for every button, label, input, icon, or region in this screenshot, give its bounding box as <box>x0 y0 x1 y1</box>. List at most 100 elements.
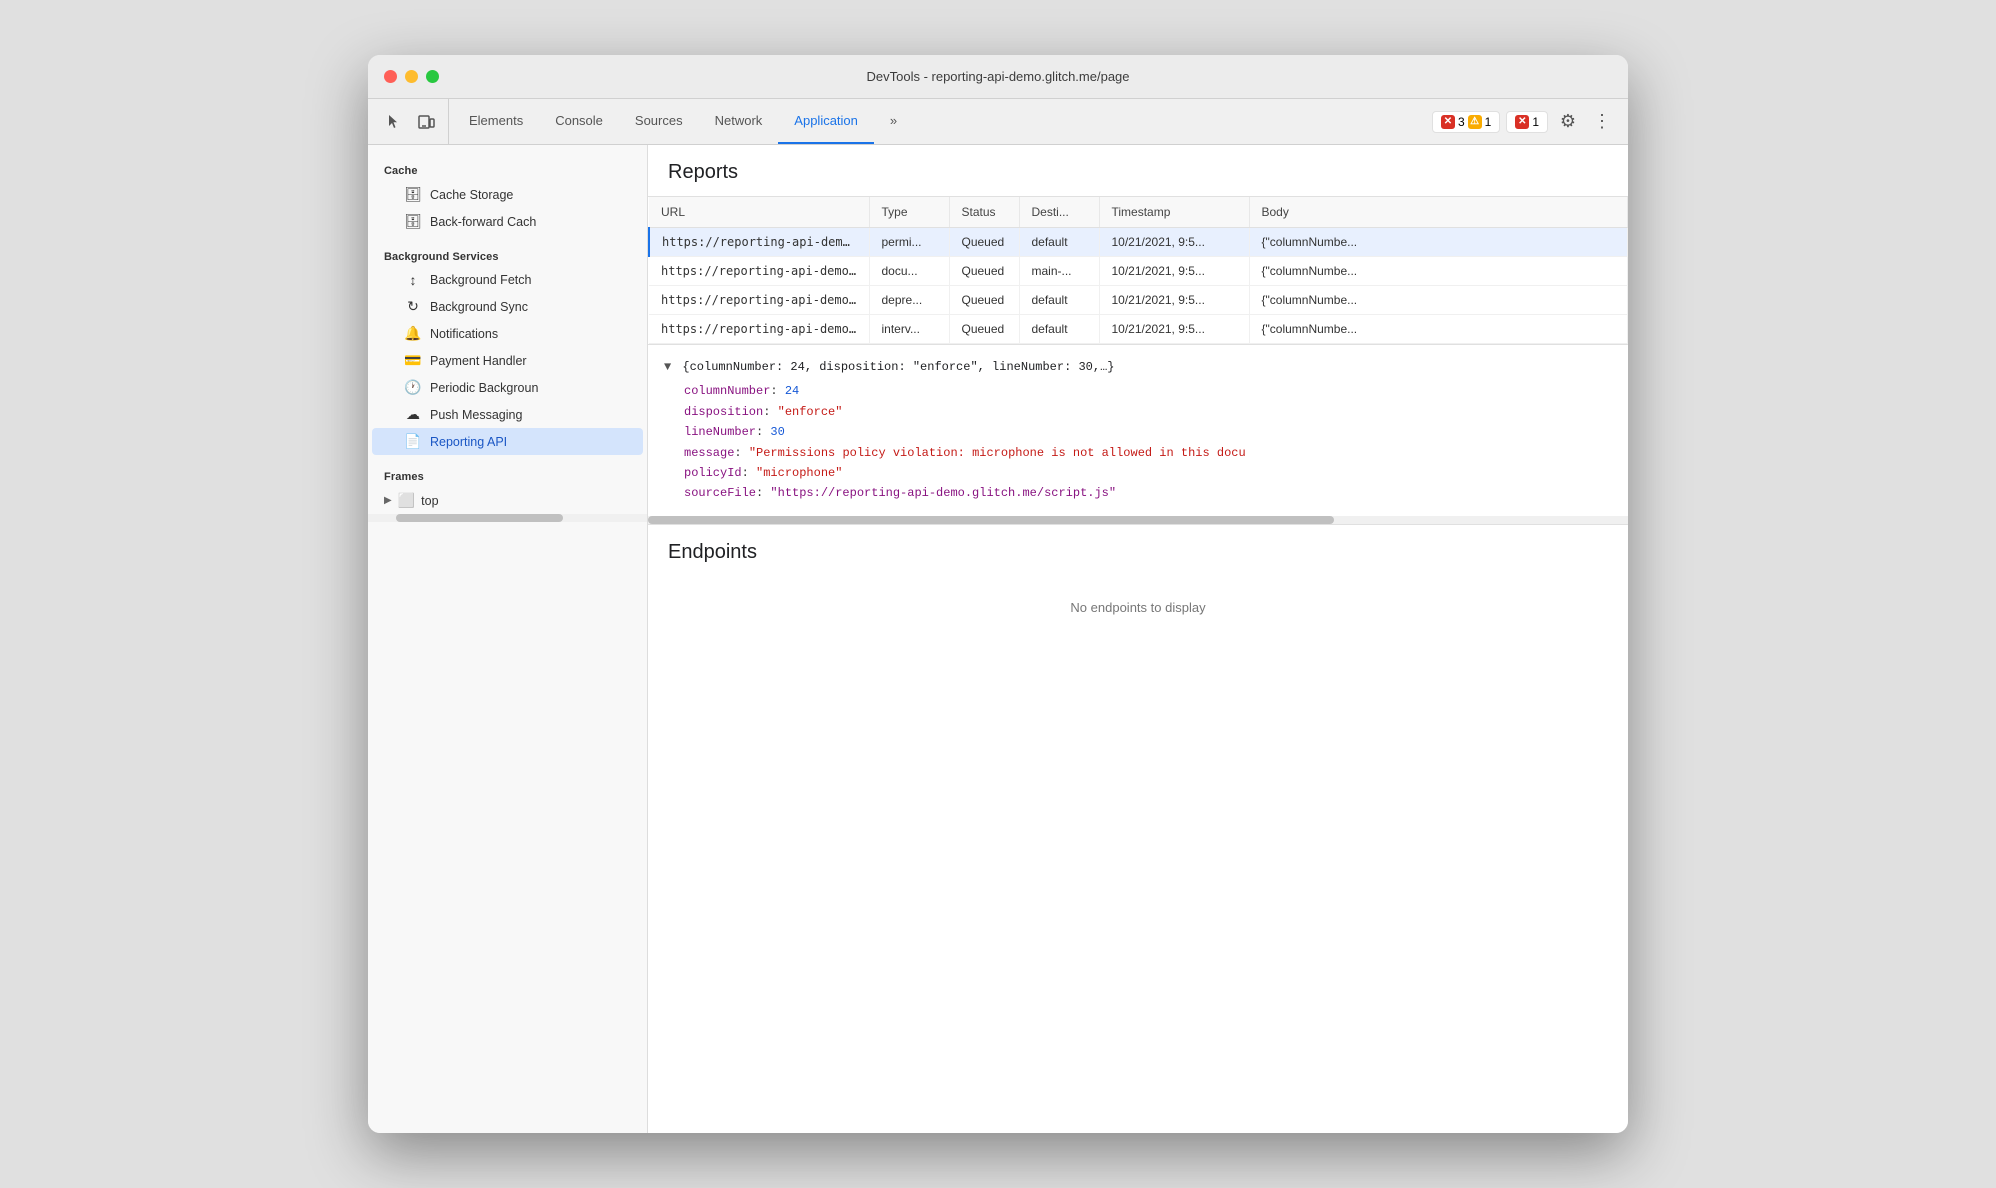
row2-body: {"columnNumbe... <box>1249 257 1628 286</box>
row1-type: permi... <box>869 228 949 257</box>
detail-value-disposition: "enforce" <box>778 405 843 419</box>
red-error-count: 3 <box>1458 115 1465 129</box>
sidebar-scrollbar-thumb <box>396 514 563 522</box>
detail-key-message: message: <box>684 446 749 460</box>
detail-key-columnNumber: columnNumber: <box>684 384 785 398</box>
maximize-button[interactable] <box>426 70 439 83</box>
detail-value-columnNumber: 24 <box>785 384 799 398</box>
sidebar-item-bg-sync[interactable]: ↻ Background Sync <box>372 293 643 320</box>
close-button[interactable] <box>384 70 397 83</box>
row2-status: Queued <box>949 257 1019 286</box>
detail-field-message: message: "Permissions policy violation: … <box>664 443 1612 463</box>
detail-expand-arrow[interactable]: ▼ <box>664 360 671 374</box>
tab-sources[interactable]: Sources <box>619 99 699 144</box>
tab-elements[interactable]: Elements <box>453 99 539 144</box>
endpoints-section: Endpoints No endpoints to display <box>648 524 1628 651</box>
detail-field-disposition: disposition: "enforce" <box>664 402 1612 422</box>
col-body: Body <box>1249 197 1628 228</box>
tab-more[interactable]: » <box>874 99 913 144</box>
table-row[interactable]: https://reporting-api-demo... depre... Q… <box>649 286 1628 315</box>
row1-dest: default <box>1019 228 1099 257</box>
table-row[interactable]: https://reporting-api-demo... permi... Q… <box>649 228 1628 257</box>
detail-value-sourceFile: "https://reporting-api-demo.glitch.me/sc… <box>770 486 1116 500</box>
sidebar-item-notifications[interactable]: 🔔 Notifications <box>372 320 643 347</box>
devtools-window: DevTools - reporting-api-demo.glitch.me/… <box>368 55 1628 1133</box>
tab-application[interactable]: Application <box>778 99 874 144</box>
red2-error-count: 1 <box>1532 115 1539 129</box>
frames-chevron-right-icon: ▶ <box>384 495 392 506</box>
back-forward-icon: 🗄 <box>404 213 422 230</box>
detail-key-policyId: policyId: <box>684 466 756 480</box>
row3-status: Queued <box>949 286 1019 315</box>
sidebar-scrollbar[interactable] <box>368 514 647 522</box>
toolbar-tabs: Elements Console Sources Network Applica… <box>453 99 1424 144</box>
row1-status: Queued <box>949 228 1019 257</box>
sidebar-item-push-messaging[interactable]: ☁ Push Messaging <box>372 401 643 428</box>
error-badge-red[interactable]: ✕ 3 ⚠ 1 <box>1432 111 1500 133</box>
detail-field-columnNumber: columnNumber: 24 <box>664 381 1612 401</box>
detail-field-sourceFile: sourceFile: "https://reporting-api-demo.… <box>664 483 1612 503</box>
reports-table: URL Type Status Desti... Timestamp Body … <box>648 197 1628 344</box>
error-badge-red2[interactable]: ✕ 1 <box>1506 111 1548 133</box>
push-messaging-icon: ☁ <box>404 406 422 423</box>
cache-section-label: Cache <box>368 157 647 181</box>
detail-panel: ▼ {columnNumber: 24, disposition: "enfor… <box>648 344 1628 516</box>
periodic-bg-icon: 🕐 <box>404 379 422 396</box>
no-endpoints-message: No endpoints to display <box>668 580 1608 635</box>
sidebar-item-back-forward[interactable]: 🗄 Back-forward Cach <box>372 208 643 235</box>
row3-body: {"columnNumbe... <box>1249 286 1628 315</box>
table-row[interactable]: https://reporting-api-demo... interv... … <box>649 315 1628 344</box>
content-area: Reports URL Type Status Desti... Timesta… <box>648 145 1628 1133</box>
detail-key-sourceFile: sourceFile: <box>684 486 770 500</box>
traffic-lights <box>384 70 439 83</box>
row2-url: https://reporting-api-demo... <box>649 257 869 286</box>
detail-field-lineNumber: lineNumber: 30 <box>664 422 1612 442</box>
row1-body: {"columnNumbe... <box>1249 228 1628 257</box>
horizontal-scrollbar[interactable] <box>648 516 1628 524</box>
device-icon-button[interactable] <box>412 108 440 136</box>
row1-url: https://reporting-api-demo... <box>649 228 869 257</box>
sidebar-item-reporting-api[interactable]: 📄 Reporting API <box>372 428 643 455</box>
frames-top-label: top <box>421 494 438 508</box>
bg-sync-icon: ↻ <box>404 298 422 315</box>
frames-section-label: Frames <box>368 463 647 487</box>
row4-url: https://reporting-api-demo... <box>649 315 869 344</box>
tab-console[interactable]: Console <box>539 99 619 144</box>
reports-title: Reports <box>648 145 1628 197</box>
sidebar-item-payment[interactable]: 💳 Payment Handler <box>372 347 643 374</box>
toolbar: Elements Console Sources Network Applica… <box>368 99 1628 145</box>
yellow-warning-dot: ⚠ <box>1468 115 1482 129</box>
sidebar-item-periodic-bg[interactable]: 🕐 Periodic Backgroun <box>372 374 643 401</box>
row3-url: https://reporting-api-demo... <box>649 286 869 315</box>
sidebar-item-cache-storage[interactable]: 🗄 Cache Storage <box>372 181 643 208</box>
row4-timestamp: 10/21/2021, 9:5... <box>1099 315 1249 344</box>
col-dest: Desti... <box>1019 197 1099 228</box>
settings-gear-button[interactable]: ⚙ <box>1554 108 1582 136</box>
reporting-api-icon: 📄 <box>404 433 422 450</box>
sidebar-item-bg-fetch[interactable]: ↕ Background Fetch <box>372 267 643 293</box>
red2-error-dot: ✕ <box>1515 115 1529 129</box>
main-layout: Cache 🗄 Cache Storage 🗄 Back-forward Cac… <box>368 145 1628 1133</box>
sidebar-item-notifications-label: Notifications <box>430 327 498 341</box>
row4-body: {"columnNumbe... <box>1249 315 1628 344</box>
frames-arrow[interactable]: ▶ ⬜ top <box>368 487 647 514</box>
row4-type: interv... <box>869 315 949 344</box>
row1-timestamp: 10/21/2021, 9:5... <box>1099 228 1249 257</box>
more-options-button[interactable]: ⋮ <box>1588 108 1616 136</box>
detail-value-policyId: "microphone" <box>756 466 842 480</box>
sidebar-item-bg-sync-label: Background Sync <box>430 300 528 314</box>
tab-network[interactable]: Network <box>699 99 779 144</box>
yellow-warning-count: 1 <box>1485 115 1492 129</box>
col-url: URL <box>649 197 869 228</box>
cursor-icon-button[interactable] <box>380 108 408 136</box>
table-row[interactable]: https://reporting-api-demo... docu... Qu… <box>649 257 1628 286</box>
payment-icon: 💳 <box>404 352 422 369</box>
col-status: Status <box>949 197 1019 228</box>
detail-key-lineNumber: lineNumber: <box>684 425 770 439</box>
detail-summary: ▼ {columnNumber: 24, disposition: "enfor… <box>664 357 1612 377</box>
detail-summary-text: {columnNumber: 24, disposition: "enforce… <box>682 360 1114 374</box>
minimize-button[interactable] <box>405 70 418 83</box>
table-header-row: URL Type Status Desti... Timestamp Body <box>649 197 1628 228</box>
col-timestamp: Timestamp <box>1099 197 1249 228</box>
toolbar-right: ✕ 3 ⚠ 1 ✕ 1 ⚙ ⋮ <box>1424 99 1624 144</box>
